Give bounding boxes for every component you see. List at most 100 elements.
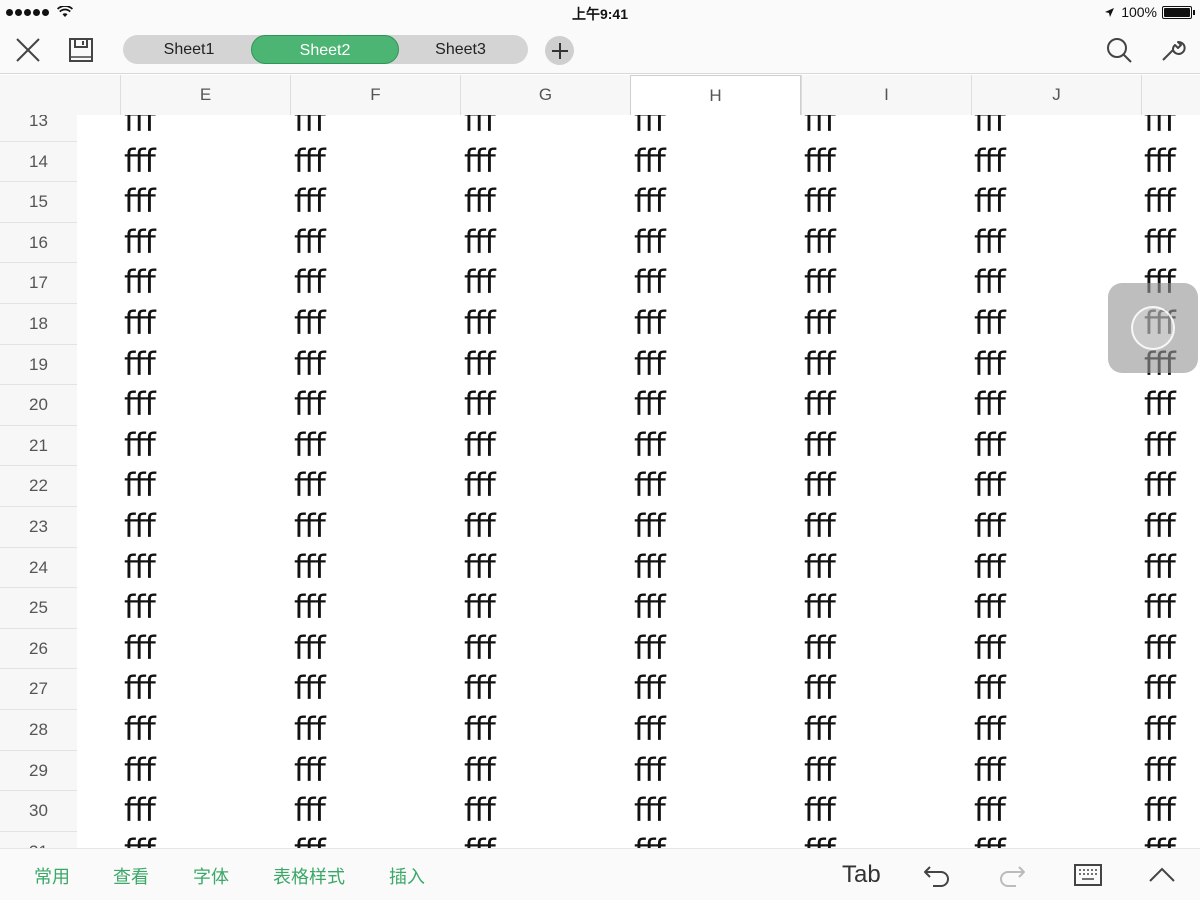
cell-k[interactable]: fff — [1142, 668, 1200, 709]
row-number[interactable]: 20 — [0, 384, 77, 425]
row-number[interactable]: 24 — [0, 546, 77, 588]
cell-g[interactable]: fff — [462, 262, 632, 303]
row-number[interactable]: 14 — [0, 140, 77, 182]
cell-j[interactable]: fff — [972, 141, 1142, 182]
menu-table-style[interactable]: 表格样式 — [273, 863, 345, 889]
cell-i[interactable]: fff — [802, 831, 972, 848]
cell-i[interactable]: fff — [802, 181, 972, 222]
cell-i[interactable]: fff — [802, 344, 972, 385]
row-number[interactable]: 23 — [0, 506, 77, 547]
cell-i[interactable]: fff — [802, 668, 972, 709]
cell-j[interactable]: fff — [972, 181, 1142, 222]
cell-g[interactable]: fff — [462, 181, 632, 222]
cell-e[interactable]: fff — [122, 425, 292, 466]
cell-k[interactable]: fff — [1142, 709, 1200, 750]
tab-key-button[interactable]: Tab — [842, 861, 881, 889]
cell-g[interactable]: fff — [462, 547, 632, 588]
cell-e[interactable]: fff — [122, 303, 292, 344]
menu-font[interactable]: 字体 — [193, 863, 229, 889]
cell-e[interactable]: fff — [122, 831, 292, 848]
add-sheet-button[interactable] — [545, 36, 574, 65]
cell-f[interactable]: fff — [292, 303, 462, 344]
row-number[interactable]: 18 — [0, 303, 77, 344]
cell-i[interactable]: fff — [802, 506, 972, 547]
cell-k[interactable]: fff — [1142, 790, 1200, 831]
cell-e[interactable]: fff — [122, 547, 292, 588]
search-icon[interactable] — [1103, 34, 1135, 66]
cell-k[interactable]: fff — [1142, 547, 1200, 588]
cell-f[interactable]: fff — [292, 384, 462, 425]
menu-view[interactable]: 查看 — [113, 863, 149, 889]
cell-g[interactable]: fff — [462, 750, 632, 791]
cell-e[interactable]: fff — [122, 790, 292, 831]
cell-j[interactable]: fff — [972, 628, 1142, 669]
cell-f[interactable]: fff — [292, 262, 462, 303]
cell-g[interactable]: fff — [462, 115, 632, 141]
spreadsheet-grid[interactable]: 13 fff fff fff fff fff fff fff 14 fff fff fff fff fff… — [0, 115, 1200, 848]
cell-h[interactable]: fff — [632, 506, 802, 547]
cell-f[interactable]: fff — [292, 628, 462, 669]
row-number[interactable]: 31 — [0, 830, 77, 848]
cell-f[interactable]: fff — [292, 668, 462, 709]
cell-j[interactable]: fff — [972, 115, 1142, 141]
column-header-f[interactable]: F — [290, 75, 460, 115]
row-number[interactable]: 13 — [0, 115, 77, 141]
cell-j[interactable]: fff — [972, 831, 1142, 848]
tab-sheet2[interactable]: Sheet2 — [251, 35, 399, 64]
cell-f[interactable]: fff — [292, 465, 462, 506]
cell-g[interactable]: fff — [462, 465, 632, 506]
cell-j[interactable]: fff — [972, 587, 1142, 628]
cell-i[interactable]: fff — [802, 115, 972, 141]
cell-f[interactable]: fff — [292, 115, 462, 141]
cell-g[interactable]: fff — [462, 141, 632, 182]
menu-insert[interactable]: 插入 — [389, 863, 425, 889]
cell-h[interactable]: fff — [632, 465, 802, 506]
cell-k[interactable]: fff — [1142, 750, 1200, 791]
cell-h[interactable]: fff — [632, 790, 802, 831]
cell-e[interactable]: fff — [122, 222, 292, 263]
cell-i[interactable]: fff — [802, 141, 972, 182]
cell-e[interactable]: fff — [122, 668, 292, 709]
cell-e[interactable]: fff — [122, 384, 292, 425]
cell-k[interactable]: fff — [1142, 181, 1200, 222]
cell-j[interactable]: fff — [972, 547, 1142, 588]
cell-g[interactable]: fff — [462, 222, 632, 263]
cell-f[interactable]: fff — [292, 750, 462, 791]
column-header-h[interactable]: H — [630, 75, 801, 115]
cell-g[interactable]: fff — [462, 628, 632, 669]
row-number[interactable]: 25 — [0, 587, 77, 628]
cell-k[interactable]: fff — [1142, 465, 1200, 506]
cell-h[interactable]: fff — [632, 262, 802, 303]
cell-f[interactable]: fff — [292, 790, 462, 831]
cell-h[interactable]: fff — [632, 750, 802, 791]
cell-f[interactable]: fff — [292, 222, 462, 263]
row-number[interactable]: 17 — [0, 262, 77, 303]
cell-f[interactable]: fff — [292, 587, 462, 628]
row-number[interactable]: 26 — [0, 627, 77, 669]
cell-f[interactable]: fff — [292, 344, 462, 385]
cell-k[interactable]: fff — [1142, 384, 1200, 425]
cell-h[interactable]: fff — [632, 141, 802, 182]
close-icon[interactable] — [12, 34, 44, 66]
row-number[interactable]: 21 — [0, 424, 77, 466]
cell-e[interactable]: fff — [122, 141, 292, 182]
cell-f[interactable]: fff — [292, 709, 462, 750]
cell-k[interactable]: fff — [1142, 222, 1200, 263]
cell-i[interactable]: fff — [802, 303, 972, 344]
cell-f[interactable]: fff — [292, 506, 462, 547]
tab-sheet3[interactable]: Sheet3 — [393, 35, 528, 64]
column-header-k[interactable] — [1141, 75, 1200, 115]
cell-k[interactable]: fff — [1142, 628, 1200, 669]
cell-j[interactable]: fff — [972, 425, 1142, 466]
column-header-i[interactable]: I — [801, 75, 971, 115]
cell-f[interactable]: fff — [292, 141, 462, 182]
cell-h[interactable]: fff — [632, 709, 802, 750]
cell-g[interactable]: fff — [462, 587, 632, 628]
cell-e[interactable]: fff — [122, 587, 292, 628]
cell-k[interactable]: fff — [1142, 425, 1200, 466]
cell-h[interactable]: fff — [632, 425, 802, 466]
cell-h[interactable]: fff — [632, 384, 802, 425]
cell-j[interactable]: fff — [972, 506, 1142, 547]
tab-sheet1[interactable]: Sheet1 — [123, 35, 255, 64]
cell-h[interactable]: fff — [632, 303, 802, 344]
